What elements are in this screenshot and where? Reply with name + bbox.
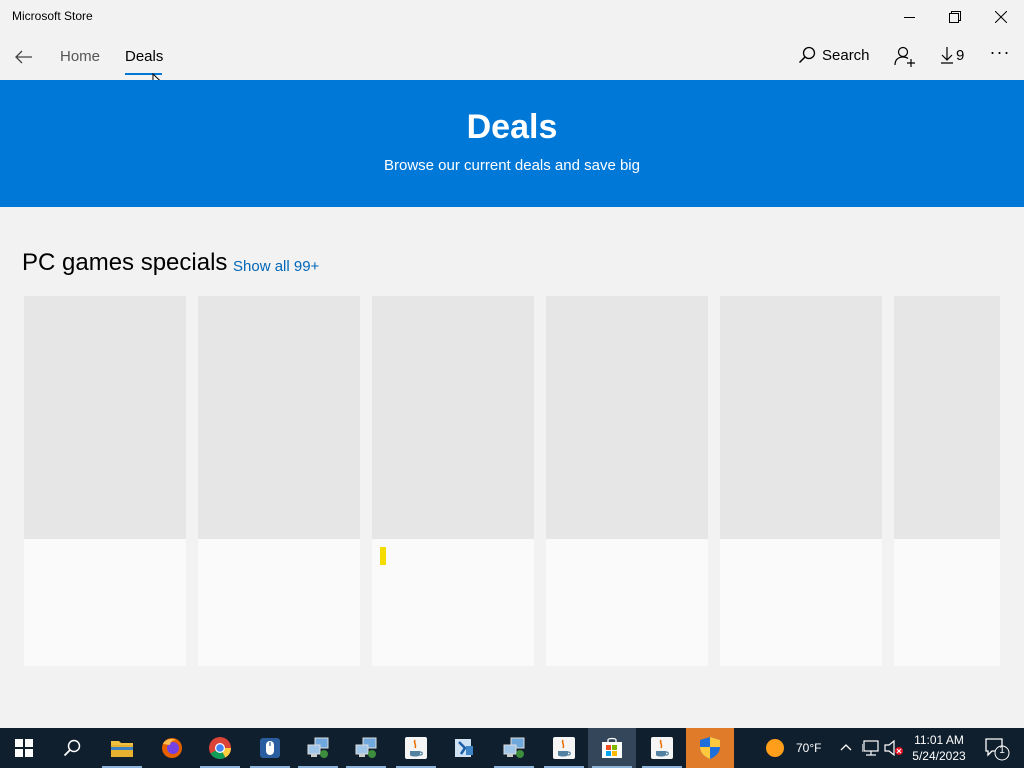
title-bar: Microsoft Store: [0, 0, 1024, 34]
network-computer-icon: [503, 737, 525, 758]
close-button[interactable]: [978, 0, 1024, 34]
product-card[interactable]: [546, 296, 708, 666]
java-icon: [651, 737, 673, 759]
downloads-count: 9: [956, 46, 965, 64]
search-label: Search: [822, 46, 870, 64]
taskbar-shield-app[interactable]: [686, 728, 734, 768]
mouse-icon: [260, 738, 280, 758]
hero-title: Deals: [466, 108, 558, 146]
product-card-image-placeholder: [372, 296, 534, 539]
taskbar-network-app[interactable]: [294, 728, 342, 768]
network-computer-icon: [355, 737, 377, 758]
minimize-button[interactable]: [886, 0, 932, 34]
firefox-icon: [162, 738, 182, 758]
taskbar-mouse-app[interactable]: [246, 728, 294, 768]
hero-subtitle: Browse our current deals and save big: [384, 157, 640, 174]
tab-deals[interactable]: Deals: [125, 48, 163, 65]
download-icon: [941, 47, 953, 64]
chevron-up-icon[interactable]: [840, 743, 852, 751]
product-card[interactable]: [720, 296, 882, 666]
product-card[interactable]: [372, 296, 534, 666]
product-card[interactable]: [24, 296, 186, 666]
product-card-image-placeholder: [894, 296, 1000, 539]
text-caret-marker: [380, 547, 386, 565]
windows-logo-icon: [15, 739, 33, 757]
chrome-icon: [209, 737, 231, 759]
search-icon: [798, 46, 816, 64]
tab-home[interactable]: Home: [60, 48, 100, 65]
taskbar-java-app-3[interactable]: [638, 728, 686, 768]
minimize-icon: [903, 16, 915, 18]
product-card-image-placeholder: [720, 296, 882, 539]
taskbar-network-app-3[interactable]: [490, 728, 538, 768]
account-button[interactable]: [892, 44, 918, 70]
network-icon[interactable]: [862, 740, 880, 756]
weather-temperature[interactable]: 70°F: [796, 741, 821, 755]
close-icon: [995, 11, 1007, 23]
section-title: PC games specials: [22, 249, 228, 276]
downloads-button[interactable]: 9: [940, 46, 964, 64]
taskbar-network-app-2[interactable]: [342, 728, 390, 768]
taskbar: 70°F 11:01 AM 5/24/2023 1: [0, 728, 1024, 768]
remote-app-icon: [455, 739, 473, 757]
java-icon: [553, 737, 575, 759]
taskbar-java-app-2[interactable]: [540, 728, 588, 768]
product-card-image-placeholder: [24, 296, 186, 539]
notification-count: 1: [999, 745, 1005, 756]
product-card-image-placeholder: [198, 296, 360, 539]
taskbar-file-explorer[interactable]: [98, 728, 146, 768]
product-card[interactable]: [198, 296, 360, 666]
taskbar-chrome[interactable]: [196, 728, 244, 768]
clock-time: 11:01 AM: [914, 733, 964, 747]
java-icon: [405, 737, 427, 759]
weather-sun-icon: [766, 739, 784, 757]
volume-muted-icon[interactable]: [884, 740, 904, 756]
show-all-link[interactable]: Show all 99+: [233, 258, 319, 275]
window-title: Microsoft Store: [12, 9, 93, 23]
more-options-button[interactable]: ···: [986, 42, 1014, 66]
start-button[interactable]: [0, 728, 48, 768]
restore-icon: [949, 11, 961, 23]
system-clock[interactable]: 11:01 AM 5/24/2023: [904, 732, 974, 764]
taskbar-firefox[interactable]: [148, 728, 196, 768]
search-button[interactable]: Search: [798, 46, 870, 64]
shield-icon: [700, 737, 720, 759]
back-button[interactable]: [8, 42, 40, 72]
taskbar-remote-desktop-app[interactable]: [440, 728, 488, 768]
taskbar-search-button[interactable]: [48, 728, 96, 768]
add-user-icon: [894, 46, 915, 67]
taskbar-microsoft-store[interactable]: [588, 728, 636, 768]
clock-date: 5/24/2023: [912, 749, 966, 763]
store-bag-icon: [602, 737, 622, 758]
product-card-image-placeholder: [546, 296, 708, 539]
back-arrow-icon: [15, 50, 32, 64]
search-icon: [63, 739, 81, 757]
restore-button[interactable]: [932, 0, 978, 34]
deals-hero-banner: Deals Browse our current deals and save …: [0, 80, 1024, 207]
taskbar-java-app[interactable]: [392, 728, 440, 768]
network-computer-icon: [307, 737, 329, 758]
folder-icon: [111, 741, 133, 757]
action-center-button[interactable]: 1: [982, 734, 1010, 762]
product-card[interactable]: [894, 296, 1000, 666]
